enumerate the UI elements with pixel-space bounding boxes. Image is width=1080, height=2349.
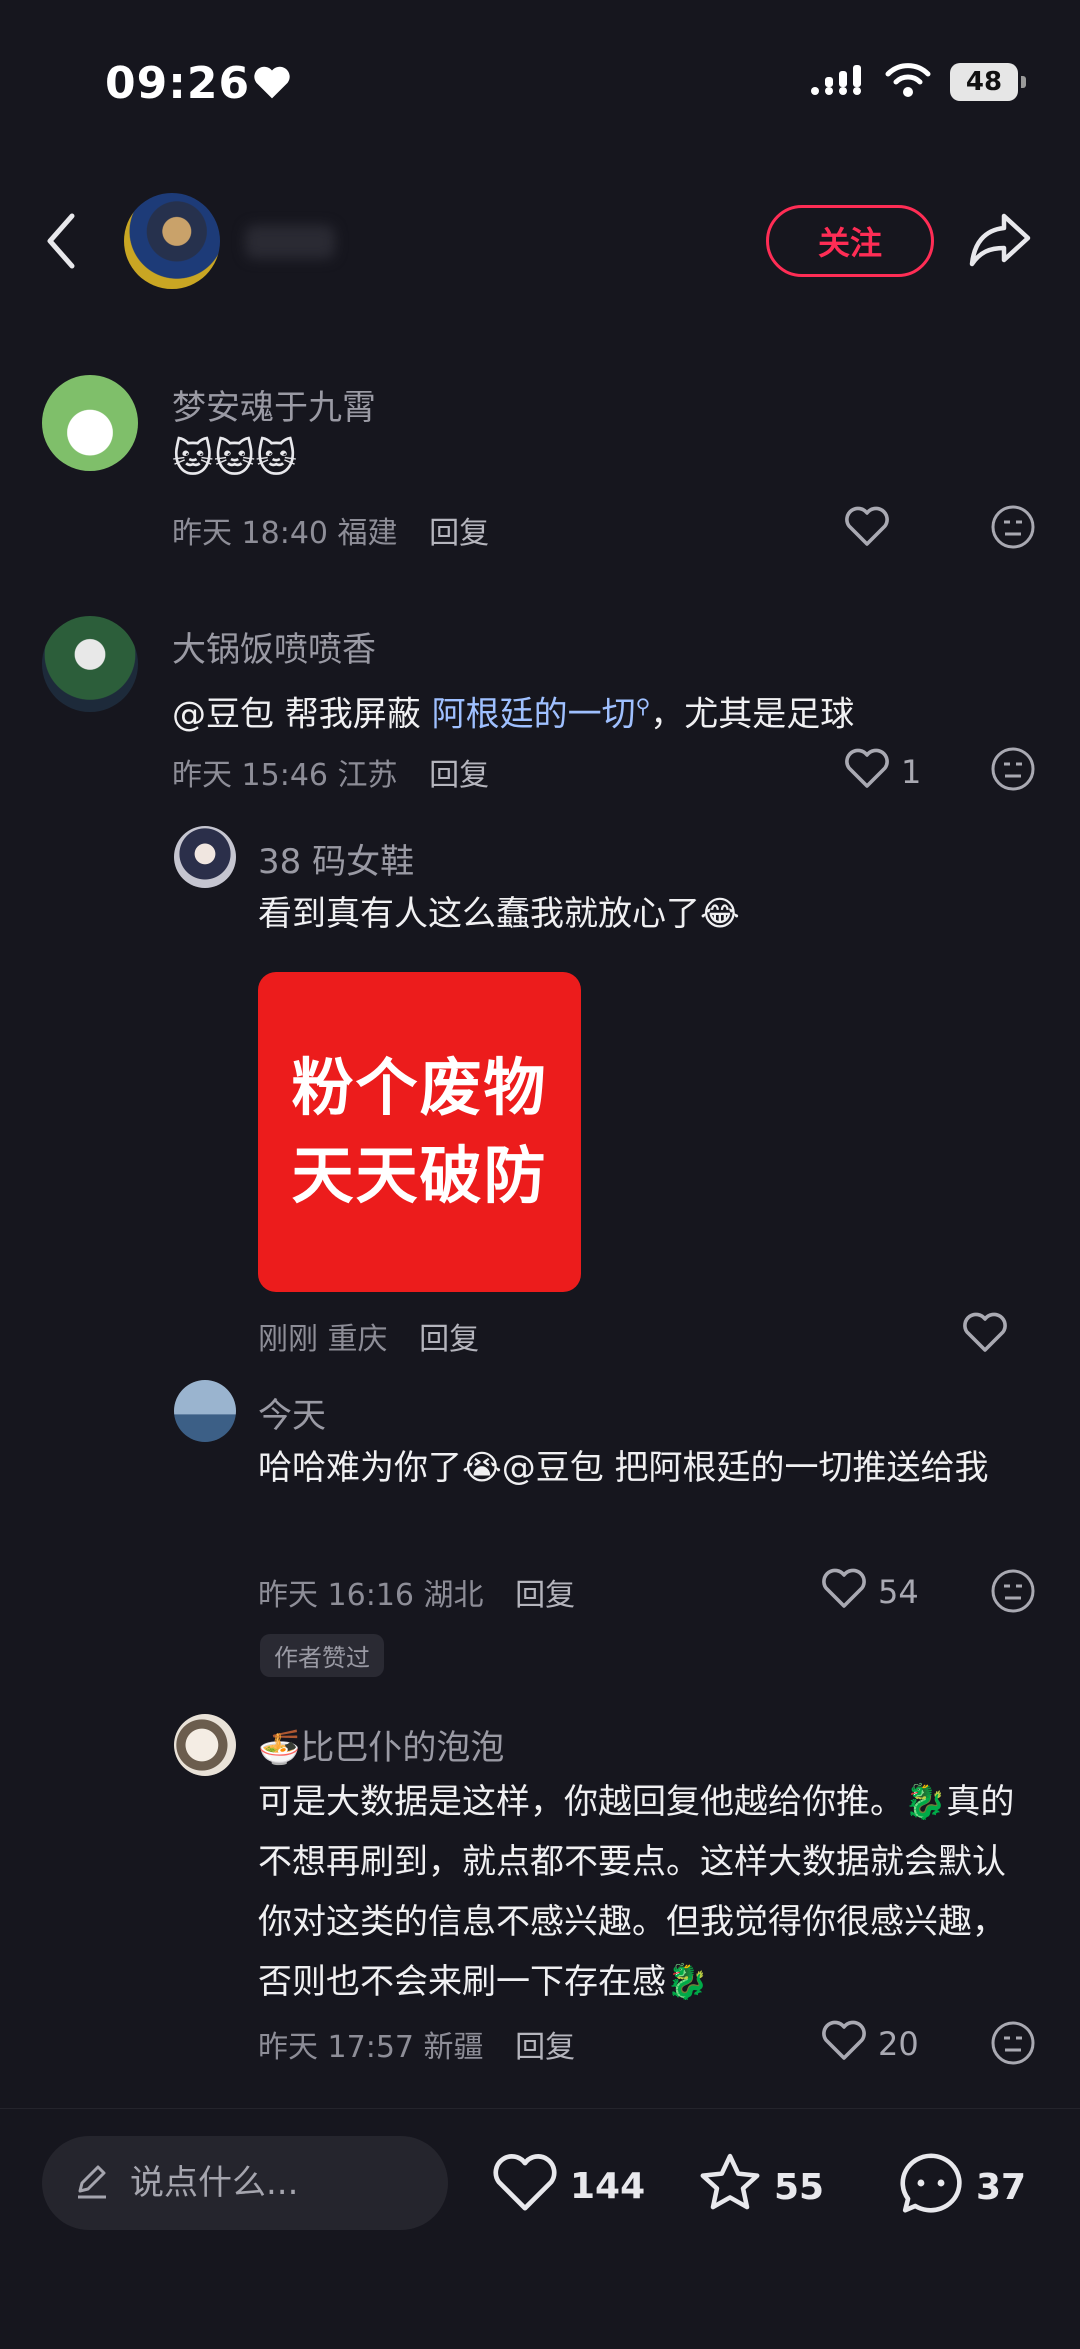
comment-text-suffix: ，尤其是足球	[650, 694, 855, 735]
comment-meta: 刚刚 重庆 回复	[258, 1314, 479, 1358]
heart-icon	[490, 2150, 560, 2223]
cat-sticker-icon: 🐱	[172, 436, 214, 482]
star-icon	[696, 2150, 764, 2225]
cat-sticker-icon: 🐱	[255, 436, 298, 482]
cat-sticker-icon: 🐱	[213, 436, 256, 482]
status-time: 09:26	[105, 58, 251, 109]
favorite-button[interactable]: 55	[696, 2150, 824, 2225]
comment-time: 昨天 15:46	[172, 758, 328, 793]
heart-icon	[820, 1566, 868, 1618]
comment-location: 新疆	[423, 2030, 484, 2065]
follow-button[interactable]: 关注	[766, 205, 934, 277]
comment-text: 可是大数据是这样，你越回复他越给你推。🐉真的不想再刷到，就点都不要点。这样大数据…	[258, 1782, 1015, 2002]
author-name-blurred	[245, 225, 335, 259]
heart-icon	[843, 746, 891, 798]
comment-input-box[interactable]	[42, 2136, 448, 2230]
avatar[interactable]	[174, 1380, 236, 1442]
comment-time: 刚刚	[258, 1322, 318, 1357]
dislike-icon[interactable]	[990, 504, 1036, 554]
like-button[interactable]	[843, 504, 891, 556]
back-icon[interactable]	[46, 212, 76, 274]
search-keyword-link[interactable]: 阿根廷的一切	[432, 694, 636, 734]
status-indicators: 48	[810, 62, 1026, 102]
battery-indicator: 48	[950, 63, 1026, 101]
like-count: 54	[878, 1573, 919, 1611]
heart-status-icon	[252, 64, 292, 104]
comment-username[interactable]: 梦安魂于九霄	[172, 380, 376, 429]
comment-meta: 昨天 15:46 江苏 回复	[172, 750, 489, 794]
comment-text: 哈哈难为你了😭@豆包 把阿根廷的一切推送给我	[258, 1448, 989, 1488]
comment-time: 昨天 18:40	[172, 516, 328, 551]
heart-icon	[820, 2018, 868, 2070]
like-count: 20	[878, 2025, 919, 2063]
avatar[interactable]	[42, 375, 138, 471]
image-text-line: 粉个废物	[291, 1051, 548, 1124]
comment-meta: 昨天 17:57 新疆 回复	[258, 2022, 575, 2066]
comment-text: 看到真有人这么蠢我就放心了😂	[258, 894, 740, 934]
comment-meta: 昨天 18:40 福建 回复	[172, 508, 489, 552]
reply-button[interactable]: 回复	[515, 2030, 575, 2065]
comment-time: 昨天 16:16	[258, 1578, 414, 1613]
like-button[interactable]: 1	[843, 746, 921, 798]
avatar[interactable]	[174, 826, 236, 888]
dislike-icon[interactable]	[990, 2020, 1036, 2070]
reply-button[interactable]: 回复	[429, 516, 489, 551]
heart-icon	[843, 504, 891, 556]
comment-location: 湖北	[423, 1578, 484, 1613]
comment-location: 江苏	[337, 758, 398, 793]
search-icon: ⚲	[635, 694, 651, 718]
signal-icon	[810, 63, 866, 101]
post-like-button[interactable]: 144	[490, 2150, 645, 2223]
like-button[interactable]: 20	[820, 2018, 919, 2070]
comment-meta: 昨天 16:16 湖北 回复	[258, 1570, 575, 1614]
post-like-count: 144	[570, 2166, 646, 2207]
like-count: 1	[901, 753, 922, 791]
reply-button[interactable]: 回复	[419, 1322, 479, 1357]
like-button[interactable]	[961, 1310, 1009, 1362]
comment-time: 昨天 17:57	[258, 2030, 414, 2065]
comment-text: @豆包 帮我屏蔽 阿根廷的一切⚲，尤其是足球	[172, 676, 854, 744]
heart-icon	[961, 1310, 1009, 1362]
pencil-icon	[72, 2161, 112, 2205]
comment-image[interactable]: 粉个废物 天天破防	[258, 972, 581, 1292]
comment-username[interactable]: 大锅饭喷喷香	[172, 622, 376, 671]
comment-bubble-icon	[896, 2150, 966, 2225]
reply-button[interactable]: 回复	[429, 758, 489, 793]
share-icon[interactable]	[968, 210, 1032, 274]
avatar[interactable]	[42, 616, 138, 712]
comment-username[interactable]: 🍜比巴仆的泡泡	[258, 1720, 504, 1769]
comment-location: 重庆	[327, 1322, 388, 1357]
avatar[interactable]	[174, 1714, 236, 1776]
author-liked-badge: 作者赞过	[260, 1634, 384, 1677]
author-avatar[interactable]	[124, 193, 220, 289]
comment-count: 37	[976, 2167, 1027, 2208]
like-button[interactable]: 54	[820, 1566, 919, 1618]
comment-location: 福建	[337, 516, 398, 551]
comment-input[interactable]	[128, 2162, 432, 2204]
emoji-stickers: 🐱🐱🐱	[172, 436, 297, 482]
comment-count-button[interactable]: 37	[896, 2150, 1026, 2225]
image-text-line: 天天破防	[291, 1139, 548, 1212]
favorite-count: 55	[774, 2167, 825, 2208]
dislike-icon[interactable]	[990, 746, 1036, 796]
comment-text-prefix: @豆包 帮我屏蔽	[172, 694, 432, 735]
reply-button[interactable]: 回复	[515, 1578, 575, 1613]
comment-username[interactable]: 今天	[258, 1388, 326, 1437]
wifi-icon	[884, 62, 932, 102]
dislike-icon[interactable]	[990, 1568, 1036, 1618]
comment-username[interactable]: 38 码女鞋	[258, 834, 414, 883]
